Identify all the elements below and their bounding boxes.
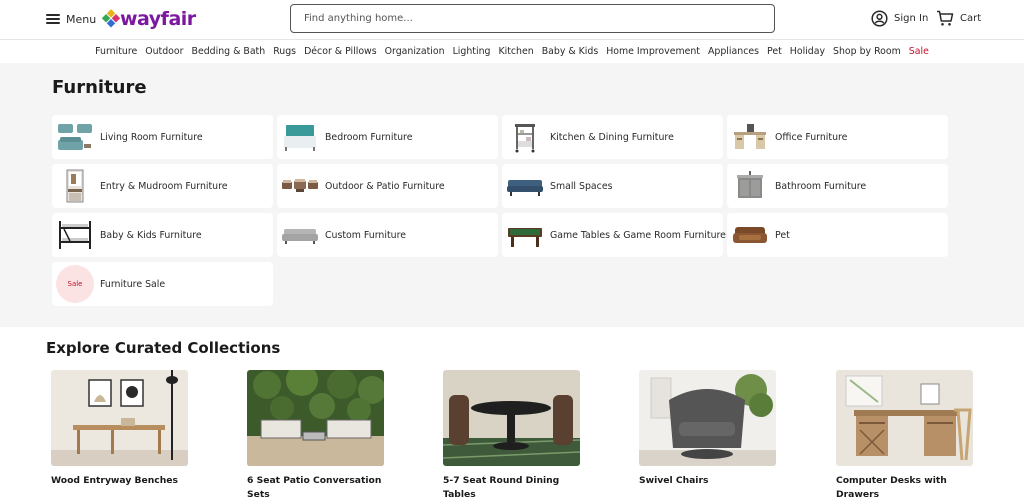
nav-item-furniture[interactable]: Furniture [95, 46, 137, 57]
sofa-set-icon [55, 119, 95, 155]
wayfair-logo[interactable]: wayfair [101, 6, 196, 32]
category-label: Custom Furniture [325, 229, 406, 241]
category-card-custom[interactable]: Custom Furniture [277, 213, 498, 257]
collection-image [836, 370, 973, 466]
nav-item-rugs[interactable]: Rugs [273, 46, 296, 57]
patio-set-icon [280, 168, 320, 204]
collection-label: Wood Entryway Benches [51, 475, 178, 486]
category-label: Bathroom Furniture [775, 180, 867, 192]
collection-label: Swivel Chairs [639, 475, 709, 486]
category-label: Bedroom Furniture [325, 131, 413, 143]
nav-item-kitchen[interactable]: Kitchen [498, 46, 533, 57]
category-card-kitchen-dining[interactable]: Kitchen & Dining Furniture [502, 115, 723, 159]
search-input[interactable] [291, 5, 774, 32]
menu-button[interactable]: Menu [46, 10, 96, 28]
kitchen-cart-icon [505, 119, 545, 155]
cart-label: Cart [960, 12, 982, 24]
category-card-outdoor-patio[interactable]: Outdoor & Patio Furniture [277, 164, 498, 208]
collection-label: 6 Seat Patio Conversation Sets [247, 475, 382, 497]
collection-image [443, 370, 580, 466]
logo-mark-icon [101, 9, 121, 29]
category-card-bathroom[interactable]: Bathroom Furniture [727, 164, 948, 208]
category-label: Kitchen & Dining Furniture [550, 131, 674, 143]
small-sofa-icon [505, 168, 545, 204]
nav-item-pet[interactable]: Pet [767, 46, 782, 57]
category-label: Living Room Furniture [100, 131, 203, 143]
sign-in-label: Sign In [894, 12, 929, 24]
cart-icon [937, 10, 954, 26]
hamburger-icon [46, 14, 60, 24]
category-label: Pet [775, 229, 790, 241]
curated-collections-title: Explore Curated Collections [46, 339, 281, 357]
collection-image [247, 370, 384, 466]
nav-item-baby-kids[interactable]: Baby & Kids [542, 46, 599, 57]
pet-sofa-icon [730, 217, 770, 253]
category-card-small-spaces[interactable]: Small Spaces [502, 164, 723, 208]
furniture-section: Furniture Living Room Furniture Bedroom … [0, 63, 1024, 327]
account-icon [871, 9, 888, 27]
nav-item-decor-pillows[interactable]: Décor & Pillows [304, 46, 377, 57]
grey-sofa-icon [280, 217, 320, 253]
menu-label: Menu [66, 12, 97, 26]
bunk-bed-icon [55, 217, 95, 253]
page-title: Furniture [52, 77, 147, 98]
nav-item-shop-by-room[interactable]: Shop by Room [833, 46, 901, 57]
logo-text: wayfair [120, 8, 196, 30]
desk-icon [730, 119, 770, 155]
category-nav: Furniture Outdoor Bedding & Bath Rugs Dé… [0, 40, 1024, 63]
category-label: Baby & Kids Furniture [100, 229, 202, 241]
bed-icon [280, 119, 320, 155]
category-card-furniture-sale[interactable]: Sale Furniture Sale [52, 262, 273, 306]
category-label: Entry & Mudroom Furniture [100, 180, 228, 192]
nav-item-bedding-bath[interactable]: Bedding & Bath [192, 46, 266, 57]
nav-item-outdoor[interactable]: Outdoor [145, 46, 183, 57]
category-label: Game Tables & Game Room Furniture [550, 229, 726, 241]
pool-table-icon [505, 217, 545, 253]
nav-item-home-improvement[interactable]: Home Improvement [606, 46, 700, 57]
collection-image [639, 370, 776, 466]
nav-item-organization[interactable]: Organization [385, 46, 445, 57]
collection-card-round-dining-tables[interactable]: 5-7 Seat Round Dining Tables [443, 370, 581, 497]
nav-item-appliances[interactable]: Appliances [708, 46, 759, 57]
collection-label: 5-7 Seat Round Dining Tables [443, 475, 560, 497]
collection-card-patio-conversation-sets[interactable]: 6 Seat Patio Conversation Sets [247, 370, 385, 497]
category-card-office[interactable]: Office Furniture [727, 115, 948, 159]
collection-card-swivel-chairs[interactable]: Swivel Chairs [639, 370, 777, 488]
category-grid: Living Room Furniture Bedroom Furniture [52, 115, 948, 306]
cart-button[interactable]: Cart [936, 9, 981, 27]
category-card-baby-kids[interactable]: Baby & Kids Furniture [52, 213, 273, 257]
category-card-living-room[interactable]: Living Room Furniture [52, 115, 273, 159]
nav-item-holiday[interactable]: Holiday [790, 46, 825, 57]
vanity-icon [730, 168, 770, 204]
nav-item-lighting[interactable]: Lighting [453, 46, 491, 57]
category-label: Small Spaces [550, 180, 613, 192]
sale-badge-icon: Sale [55, 265, 95, 303]
sign-in-button[interactable]: Sign In [871, 9, 928, 27]
search-box[interactable] [290, 4, 775, 33]
category-card-pet[interactable]: Pet [727, 213, 948, 257]
site-header: Menu wayfair Sign In Cart [0, 0, 1024, 40]
category-label: Furniture Sale [100, 278, 166, 290]
sale-badge: Sale [56, 265, 94, 303]
category-label: Office Furniture [775, 131, 848, 143]
hall-tree-icon [55, 168, 95, 204]
category-card-entry-mudroom[interactable]: Entry & Mudroom Furniture [52, 164, 273, 208]
nav-item-sale[interactable]: Sale [909, 46, 929, 57]
collection-label: Computer Desks with Drawers [836, 475, 947, 497]
category-label: Outdoor & Patio Furniture [325, 180, 445, 192]
category-card-bedroom[interactable]: Bedroom Furniture [277, 115, 498, 159]
category-card-game-tables[interactable]: Game Tables & Game Room Furniture [502, 213, 726, 257]
collection-image [51, 370, 188, 466]
collection-card-wood-entryway-benches[interactable]: Wood Entryway Benches [51, 370, 189, 488]
collection-card-computer-desks[interactable]: Computer Desks with Drawers [836, 370, 974, 497]
